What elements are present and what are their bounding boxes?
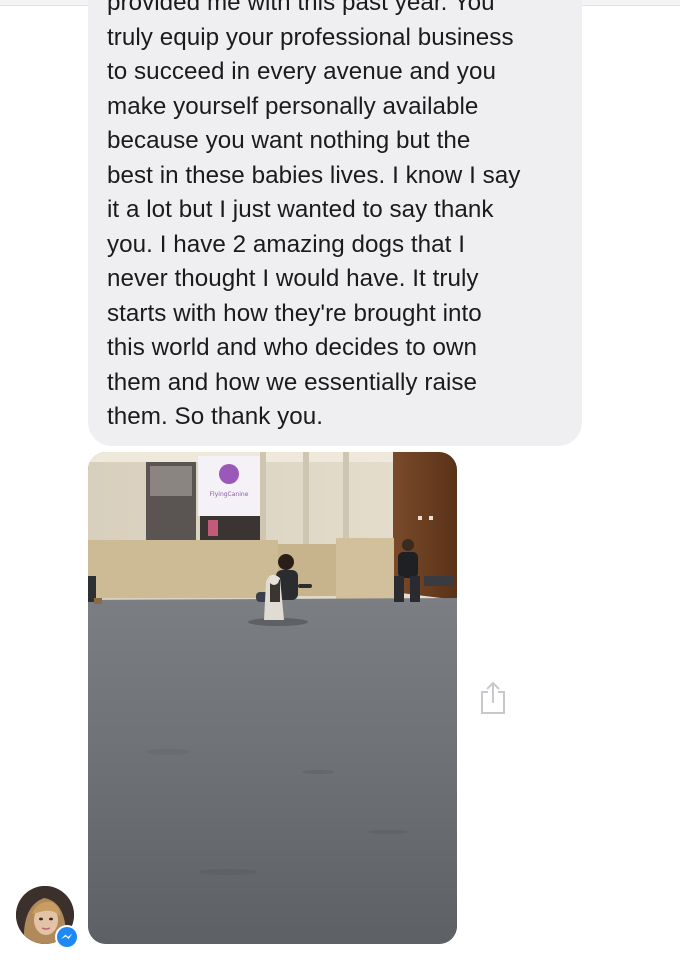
message-line: never thought I would have. It truly [107,265,479,292]
message-line: best in these babies lives. I know I say [107,161,521,189]
message-line: provided me with this past year. You [107,0,495,16]
message-bubble[interactable]: provided me with this past year. You tru… [88,0,582,446]
message-line: you. I have 2 amazing dogs that I [107,230,465,258]
message-line: them. So thank you. [107,403,324,430]
message-line: it a lot but I just wanted to say thank [107,196,494,223]
photo-sign-text: FlyingCanine [210,491,249,498]
message-line: them and how we essentially raise [107,368,478,396]
message-line: starts with how they're brought into [107,299,482,327]
share-icon[interactable] [478,680,508,716]
messenger-conversation-screen: provided me with this past year. You tru… [0,0,680,960]
photo-scene: FlyingCanine [88,452,457,944]
message-line: to succeed in every avenue and you [107,58,496,85]
message-line: make yourself personally available [107,92,479,120]
photo-attachment[interactable]: FlyingCanine [88,452,457,944]
message-line: because you want nothing but the [107,127,471,154]
message-line: truly equip your professional business [107,23,514,51]
message-text: provided me with this past year. You tru… [107,0,564,435]
messenger-icon [55,925,79,949]
message-line: this world and who decides to own [107,334,478,361]
messenger-bolt-icon [61,933,73,939]
share-arrow-icon [481,681,505,714]
messenger-badge-circle [57,927,77,947]
